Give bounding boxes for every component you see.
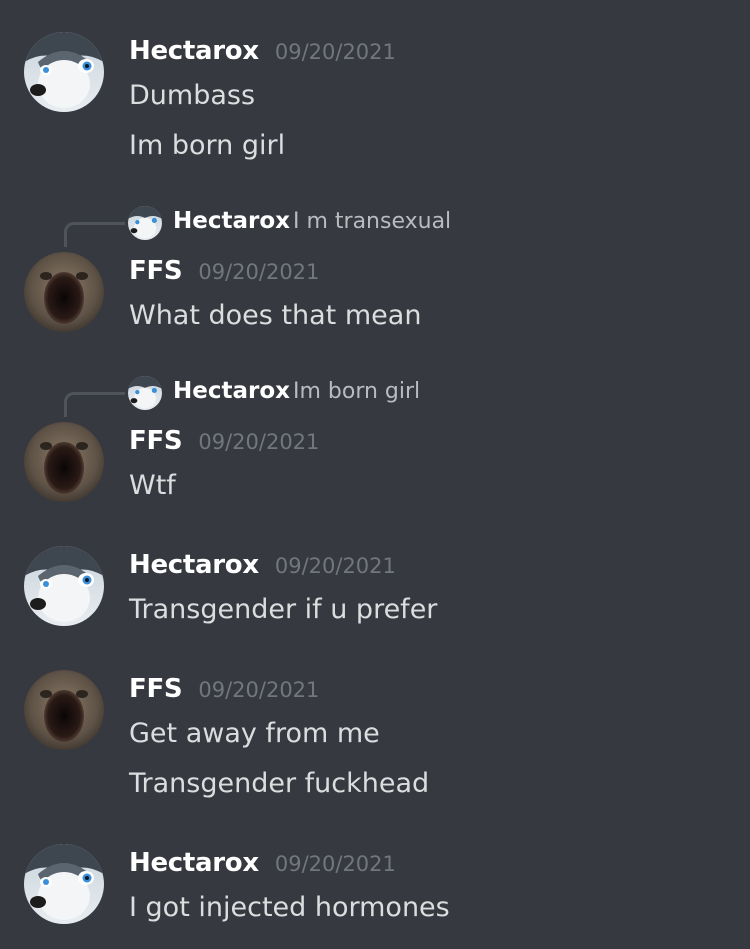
username[interactable]: FFS [129, 426, 183, 456]
message-text: Im born girl [129, 130, 286, 161]
husky-avatar-icon[interactable] [24, 32, 104, 112]
screaming-cat-avatar-icon[interactable] [24, 670, 104, 750]
message-text: Wtf [129, 470, 176, 501]
message-text: Get away from me [129, 718, 380, 749]
reply-excerpt[interactable]: Im born girl [293, 379, 420, 404]
timestamp: 09/20/2021 [274, 554, 396, 578]
screaming-cat-avatar-icon[interactable] [24, 422, 104, 502]
reply-spine [64, 222, 125, 247]
timestamp: 09/20/2021 [198, 260, 320, 284]
husky-avatar-icon[interactable] [24, 546, 104, 626]
message-text: Transgender fuckhead [129, 768, 430, 799]
message-text: What does that mean [129, 300, 422, 331]
username[interactable]: Hectarox [129, 550, 259, 580]
message-text: I got injected hormones [129, 892, 450, 923]
timestamp: 09/20/2021 [198, 678, 320, 702]
timestamp: 09/20/2021 [198, 430, 320, 454]
reply-spine [64, 392, 125, 417]
husky-avatar-icon [128, 376, 162, 410]
timestamp: 09/20/2021 [274, 852, 396, 876]
timestamp: 09/20/2021 [274, 40, 396, 64]
username[interactable]: Hectarox [129, 848, 259, 878]
reply-reference[interactable]: Hectarox Im born girl [60, 376, 660, 417]
username[interactable]: FFS [129, 674, 183, 704]
reply-author[interactable]: Hectarox [173, 378, 290, 404]
message-text: Dumbass [129, 80, 256, 111]
reply-author[interactable]: Hectarox [173, 208, 290, 234]
username[interactable]: FFS [129, 256, 183, 286]
message-text: Transgender if u prefer [129, 594, 438, 625]
screaming-cat-avatar-icon[interactable] [24, 252, 104, 332]
husky-avatar-icon [128, 206, 162, 240]
husky-avatar-icon[interactable] [24, 844, 104, 924]
username[interactable]: Hectarox [129, 36, 259, 66]
reply-reference[interactable]: Hectarox I m transexual [60, 206, 660, 247]
reply-excerpt[interactable]: I m transexual [293, 209, 451, 234]
